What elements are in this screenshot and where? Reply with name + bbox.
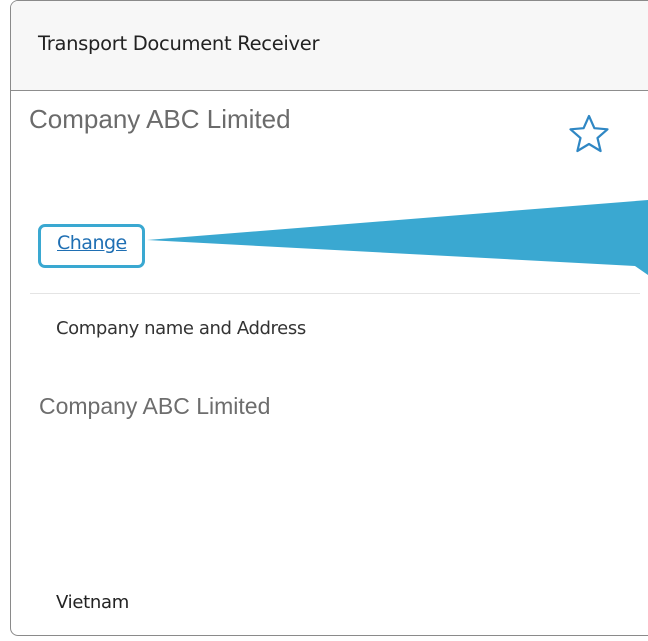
section-divider <box>30 293 640 294</box>
selected-company-name: Company ABC Limited <box>29 104 291 134</box>
card-title: Transport Document Receiver <box>38 32 320 55</box>
card-header: Transport Document Receiver <box>11 1 648 91</box>
country-value: Vietnam <box>56 592 129 613</box>
company-address-label: Company name and Address <box>56 318 306 339</box>
change-link[interactable]: Change <box>57 232 127 254</box>
company-name-value: Company ABC Limited <box>39 393 271 419</box>
star-outline-icon[interactable] <box>566 112 612 156</box>
